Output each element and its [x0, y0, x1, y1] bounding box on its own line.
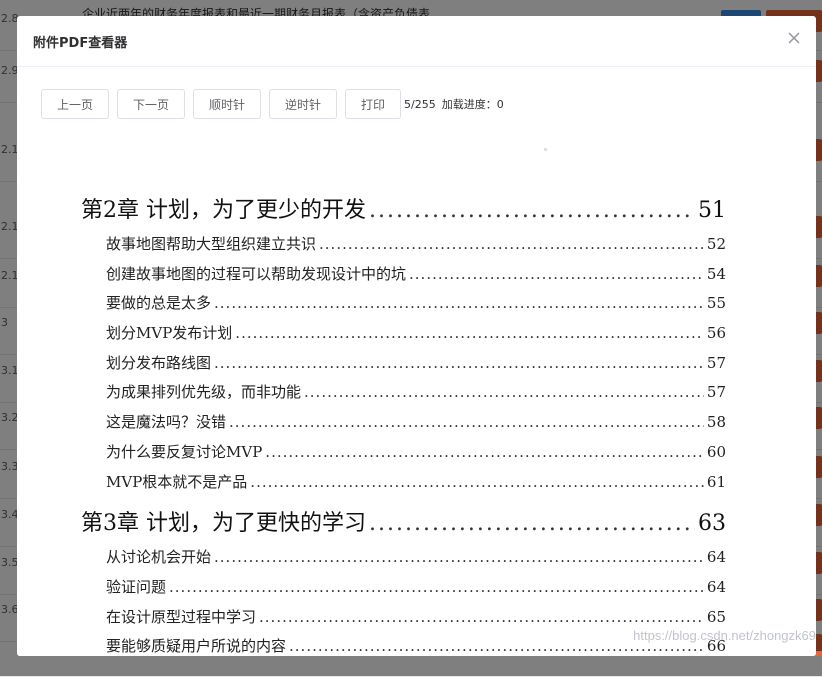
dialog-header: 附件PDF查看器 — [17, 16, 816, 67]
entry-title: 划分发布路线图 — [106, 353, 212, 372]
status-text: 5/255 加载进度：0 — [404, 96, 510, 112]
toc-chapter-line[interactable]: 第2章 计划，为了更少的开发..........................… — [81, 196, 726, 226]
toc-chapter-line[interactable]: 第3章 计划，为了更快的学习..........................… — [81, 509, 726, 539]
entry-page-number: 52 — [706, 235, 726, 253]
toc-entry-line[interactable]: 验证问题....................................… — [81, 573, 726, 603]
page-speck — [544, 148, 547, 151]
toc-entry-line[interactable]: 划分MVP发布计划...............................… — [81, 319, 726, 349]
entry-title: 创建故事地图的过程可以帮助发现设计中的坑 — [106, 264, 407, 283]
toc-entry-line[interactable]: 故事地图帮助大型组织建立共识..........................… — [81, 230, 726, 260]
leader-dots: ........................................… — [169, 577, 704, 596]
table-of-contents: 第2章 计划，为了更少的开发..........................… — [81, 196, 726, 656]
toc-entry-line[interactable]: 要做的总是太多.................................… — [81, 289, 726, 319]
entry-title: 划分MVP发布计划 — [106, 324, 233, 343]
leader-dots: ........................................… — [369, 198, 695, 223]
toc-entry-line[interactable]: MVP根本就不是产品..............................… — [81, 468, 726, 498]
toc-entry-line[interactable]: 要能够质疑用户所说的内容............................… — [81, 632, 726, 656]
toc-entry-line[interactable]: 为什么要反复讨论MVP.............................… — [81, 438, 726, 468]
chapter-title: 第2章 计划，为了更少的开发 — [81, 198, 366, 223]
watermark-text: https://blog.csdn.net/zhongzk69 — [633, 628, 816, 643]
entry-title: 在设计原型过程中学习 — [106, 607, 257, 626]
entry-page-number: 57 — [706, 383, 726, 402]
entry-page-number: 55 — [706, 294, 726, 313]
chapter-gap — [81, 497, 726, 509]
pdf-page-canvas[interactable]: 第2章 计划，为了更少的开发..........................… — [17, 136, 816, 656]
prev-page-button[interactable]: 上一页 — [41, 89, 109, 119]
leader-dots: ........................................… — [265, 442, 704, 461]
entry-page-number: 64 — [706, 548, 726, 567]
leader-dots: ........................................… — [319, 235, 704, 253]
entry-title: 故事地图帮助大型组织建立共识 — [106, 235, 317, 253]
leader-dots: ........................................… — [369, 511, 695, 537]
pdf-toolbar: 上一页 下一页 顺时针 逆时针 打印 5/255 加载进度：0 — [41, 88, 510, 120]
entry-title: MVP根本就不是产品 — [106, 472, 248, 491]
leader-dots: ........................................… — [250, 472, 704, 491]
leader-dots: ........................................… — [214, 294, 704, 313]
dialog-title: 附件PDF查看器 — [33, 36, 128, 51]
entry-page-number: 61 — [706, 472, 726, 491]
entry-page-number: 54 — [706, 264, 726, 283]
load-progress: 加载进度：0 — [441, 98, 504, 111]
leader-dots: ........................................… — [214, 353, 704, 372]
chapter-title: 第3章 计划，为了更快的学习 — [81, 511, 366, 537]
entry-title: 要做的总是太多 — [106, 294, 212, 313]
print-button[interactable]: 打印 — [345, 89, 401, 119]
entry-page-number: 56 — [706, 324, 726, 343]
entry-page-number: 58 — [706, 413, 726, 432]
entry-title: 这是魔法吗？没错 — [106, 413, 227, 432]
entry-title: 为成果排列优先级，而非功能 — [106, 383, 302, 402]
toc-entry-line[interactable]: 创建故事地图的过程可以帮助发现设计中的坑....................… — [81, 260, 726, 290]
leader-dots: ........................................… — [214, 548, 704, 567]
entry-page-number: 57 — [706, 353, 726, 372]
toc-entry-line[interactable]: 为成果排列优先级，而非功能...........................… — [81, 378, 726, 408]
entry-title: 从讨论机会开始 — [106, 548, 212, 567]
rotate-clockwise-button[interactable]: 顺时针 — [193, 89, 261, 119]
entry-page-number: 64 — [706, 577, 726, 596]
entry-page-number: 60 — [706, 442, 726, 461]
toc-entry-line[interactable]: 划分发布路线图.................................… — [81, 349, 726, 379]
leader-dots: ........................................… — [229, 413, 704, 432]
entry-title: 要能够质疑用户所说的内容 — [106, 637, 287, 656]
entry-title: 为什么要反复讨论MVP — [106, 442, 263, 461]
leader-dots: ........................................… — [235, 324, 704, 343]
leader-dots: ........................................… — [409, 264, 704, 283]
chapter-page-number: 51 — [698, 198, 726, 223]
next-page-button[interactable]: 下一页 — [117, 89, 185, 119]
entry-title: 验证问题 — [106, 577, 167, 596]
chapter-page-number: 63 — [698, 511, 726, 537]
close-icon[interactable] — [786, 30, 802, 46]
toc-entry-line[interactable]: 这是魔法吗？没错................................… — [81, 408, 726, 438]
page-indicator: 5/255 — [404, 98, 436, 111]
rotate-counterclockwise-button[interactable]: 逆时针 — [269, 89, 337, 119]
toc-entry-line[interactable]: 在设计原型过程中学习..............................… — [81, 603, 726, 633]
leader-dots: ........................................… — [304, 383, 704, 402]
toc-entry-line[interactable]: 从讨论机会开始.................................… — [81, 543, 726, 573]
pdf-viewer-dialog: 附件PDF查看器 上一页 下一页 顺时针 逆时针 打印 5/255 加载进度：0 … — [17, 16, 816, 656]
